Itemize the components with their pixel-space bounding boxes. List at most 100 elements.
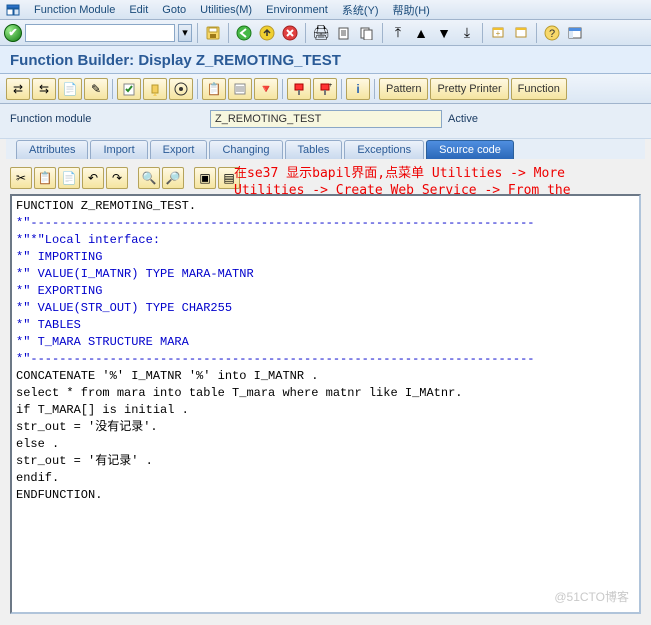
menu-help[interactable]: 帮助(H): [393, 2, 430, 18]
prev-page-icon[interactable]: ▲: [411, 23, 431, 43]
fm-status: Active: [448, 113, 478, 125]
tab-tables[interactable]: Tables: [285, 140, 343, 159]
fm-label: Function module: [10, 113, 210, 125]
code-line: FUNCTION Z_REMOTING_TEST.: [16, 198, 635, 215]
tab-source-code[interactable]: Source code: [426, 140, 514, 159]
help-doc-icon[interactable]: i: [346, 78, 370, 100]
check-icon[interactable]: [117, 78, 141, 100]
save-icon[interactable]: [203, 23, 223, 43]
separator: [305, 23, 306, 43]
menu-environment[interactable]: Environment: [266, 4, 328, 16]
standard-toolbar: ✔ ▾ 🖨 ⤒ ▲ ▼ ⤓ + ?: [0, 20, 651, 46]
other-object-icon[interactable]: 📄: [58, 78, 82, 100]
next-page-icon[interactable]: ▼: [434, 23, 454, 43]
code-line: *" VALUE(I_MATNR) TYPE MARA-MATNR: [16, 266, 635, 283]
print-icon[interactable]: 🖨: [311, 23, 331, 43]
tab-strip: Attributes Import Export Changing Tables…: [6, 139, 645, 159]
separator: [228, 23, 229, 43]
new-session-icon[interactable]: +: [488, 23, 508, 43]
window-icon: [6, 4, 20, 16]
code-line: else .: [16, 436, 635, 453]
code-line: CONCATENATE '%' I_MATNR '%' into I_MATNR…: [16, 368, 635, 385]
menu-utilities[interactable]: Utilities(M): [200, 4, 252, 16]
find-next-code-icon[interactable]: 🔎: [162, 167, 184, 189]
code-line: *" IMPORTING: [16, 249, 635, 266]
separator: [382, 23, 383, 43]
tab-changing[interactable]: Changing: [209, 140, 282, 159]
exit-icon[interactable]: [257, 23, 277, 43]
separator: [482, 23, 483, 43]
function-module-row: Function module Active: [0, 104, 651, 139]
code-line: *" VALUE(STR_OUT) TYPE CHAR255: [16, 300, 635, 317]
title-bar: Function Builder: Display Z_REMOTING_TES…: [0, 46, 651, 74]
first-page-icon[interactable]: ⤒: [388, 23, 408, 43]
last-page-icon[interactable]: ⤓: [457, 23, 477, 43]
pretty-printer-button[interactable]: Pretty Printer: [430, 78, 508, 100]
function-doc-button[interactable]: Function: [511, 78, 567, 100]
fm-name-input[interactable]: [210, 110, 442, 128]
menu-system[interactable]: 系统(Y): [342, 2, 379, 18]
code-line: *"--------------------------------------…: [16, 351, 635, 368]
tab-attributes[interactable]: Attributes: [16, 140, 88, 159]
source-code-editor[interactable]: FUNCTION Z_REMOTING_TEST. *"------------…: [10, 194, 641, 614]
copy-icon[interactable]: 📋: [34, 167, 56, 189]
code-line: select * from mara into table T_mara whe…: [16, 385, 635, 402]
watermark: @51CTO博客: [554, 589, 629, 606]
code-line: if T_MARA[] is initial .: [16, 402, 635, 419]
code-line: *"--------------------------------------…: [16, 215, 635, 232]
breakpoint-ext-icon[interactable]: +: [313, 78, 337, 100]
tab-exceptions[interactable]: Exceptions: [344, 140, 424, 159]
toggle-display-icon[interactable]: ⇄: [6, 78, 30, 100]
undo-icon[interactable]: ↶: [82, 167, 104, 189]
execute-icon[interactable]: [169, 78, 193, 100]
command-field-dropdown[interactable]: ▾: [178, 24, 192, 42]
svg-text:+: +: [496, 29, 501, 38]
where-used-icon[interactable]: 📋: [202, 78, 226, 100]
find-code-icon[interactable]: 🔍: [138, 167, 160, 189]
menu-goto[interactable]: Goto: [162, 4, 186, 16]
app-toolbar: ⇄ ⇆ 📄 ✎ 📋 🔻 + i Pattern Pretty Printer F…: [0, 74, 651, 104]
separator: [197, 23, 198, 43]
layout-icon[interactable]: [565, 23, 585, 43]
code-line: *" EXPORTING: [16, 283, 635, 300]
cut-icon[interactable]: ✂: [10, 167, 32, 189]
find-icon[interactable]: [334, 23, 354, 43]
tab-import[interactable]: Import: [90, 140, 147, 159]
code-line: *" TABLES: [16, 317, 635, 334]
select-block-icon[interactable]: ▣: [194, 167, 216, 189]
shortcut-icon[interactable]: [511, 23, 531, 43]
code-line: endif.: [16, 470, 635, 487]
code-line: *" T_MARA STRUCTURE MARA: [16, 334, 635, 351]
cancel-icon[interactable]: [280, 23, 300, 43]
menu-function-module[interactable]: Function Module: [34, 4, 115, 16]
separator: [536, 23, 537, 43]
command-field[interactable]: [25, 24, 175, 42]
code-line: str_out = '有记录' .: [16, 453, 635, 470]
back-icon[interactable]: [234, 23, 254, 43]
nav-icon[interactable]: 🔻: [254, 78, 278, 100]
main-menu-bar: Function Module Edit Goto Utilities(M) E…: [0, 0, 651, 20]
enhance-icon[interactable]: ✎: [84, 78, 108, 100]
separator: [197, 79, 198, 99]
menu-edit[interactable]: Edit: [129, 4, 148, 16]
display-list-icon[interactable]: [228, 78, 252, 100]
code-line: ENDFUNCTION.: [16, 487, 635, 504]
note-line1: 在se37 显示bapil界面,点菜单 Utilities -> More: [234, 165, 571, 182]
separator: [282, 79, 283, 99]
toggle-active-icon[interactable]: ⇆: [32, 78, 56, 100]
pattern-button[interactable]: Pattern: [379, 78, 428, 100]
enter-button[interactable]: ✔: [4, 24, 22, 42]
svg-text:?: ?: [549, 28, 555, 40]
activate-icon[interactable]: [143, 78, 167, 100]
svg-text:+: +: [329, 83, 332, 89]
concatenate-icon[interactable]: ▤: [218, 167, 240, 189]
tab-export[interactable]: Export: [150, 140, 208, 159]
separator: [341, 79, 342, 99]
find-next-icon[interactable]: [357, 23, 377, 43]
redo-icon[interactable]: ↷: [106, 167, 128, 189]
paste-icon[interactable]: 📄: [58, 167, 80, 189]
separator: [112, 79, 113, 99]
code-line: str_out = '没有记录'.: [16, 419, 635, 436]
breakpoint-icon[interactable]: [287, 78, 311, 100]
help-icon[interactable]: ?: [542, 23, 562, 43]
